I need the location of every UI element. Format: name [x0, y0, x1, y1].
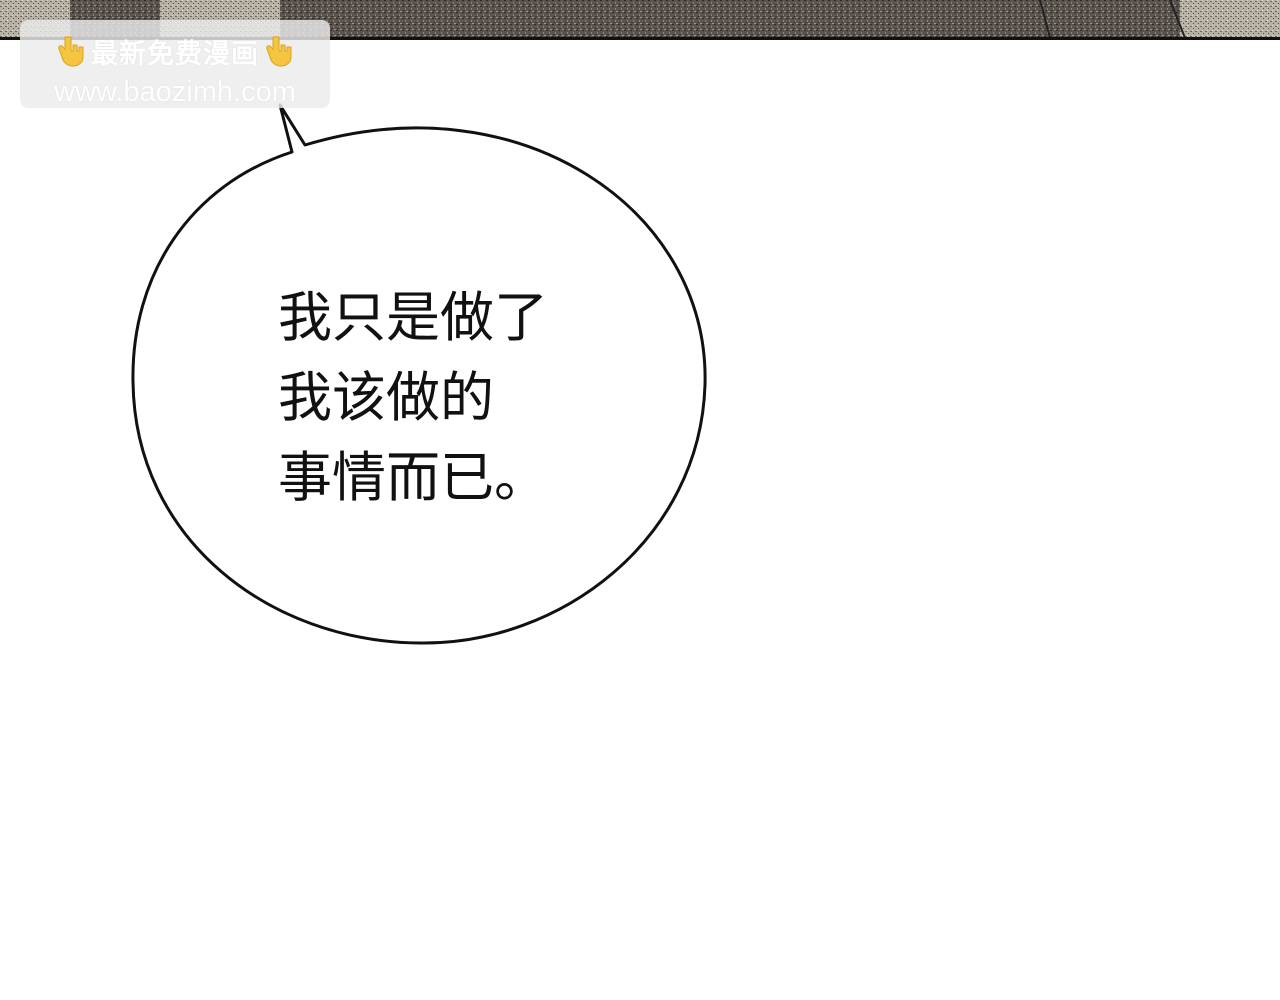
- watermark-title: 最新免费漫画: [91, 38, 259, 70]
- dialogue-line: 我只是做了: [278, 286, 548, 349]
- speech-bubble: [131, 103, 707, 645]
- dialogue-text: 我只是做了 我该做的 事情而已。: [278, 278, 608, 518]
- comic-panel: 最新免费漫画 www.baozimh.com 我只是做了 我该做的 事情而已。: [0, 0, 1280, 1000]
- watermark-badge: 最新免费漫画 www.baozimh.com: [20, 20, 330, 108]
- dialogue-line: 我该做的: [278, 366, 494, 429]
- pointing-down-hand-icon: [266, 36, 292, 67]
- watermark-url: www.baozimh.com: [54, 76, 296, 108]
- dialogue-line: 事情而已。: [278, 446, 548, 509]
- pointing-down-hand-icon: [58, 36, 84, 67]
